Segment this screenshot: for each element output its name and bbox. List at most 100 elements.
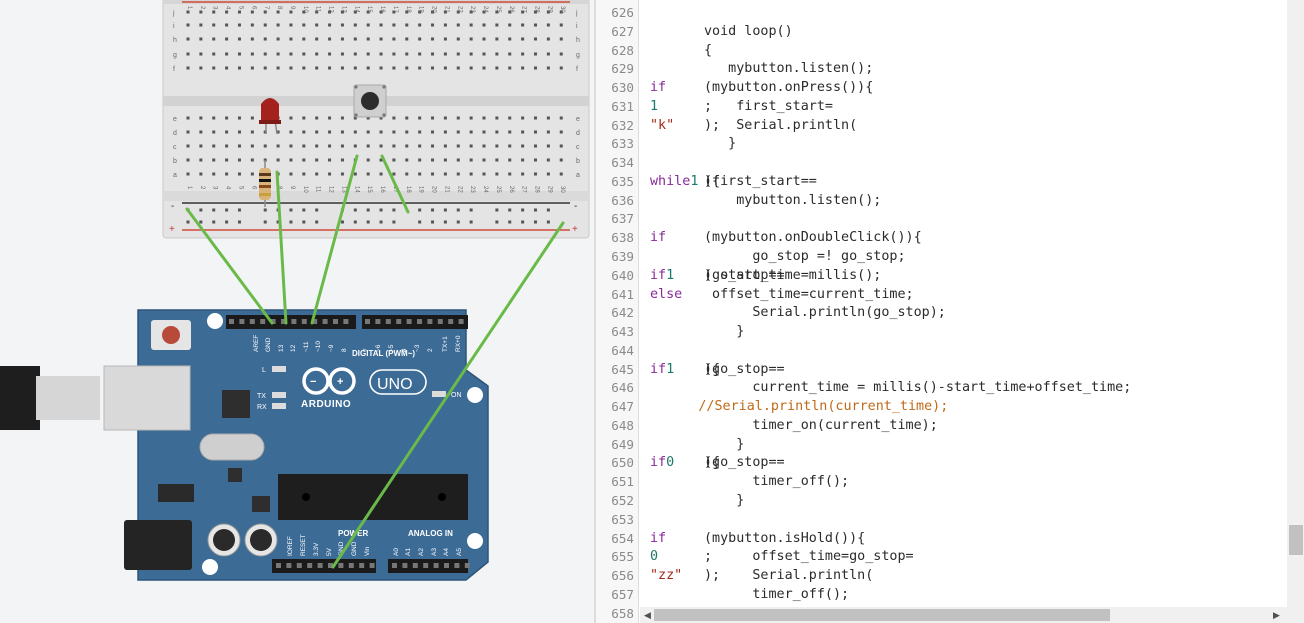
breadboard-hole[interactable] [482,172,486,176]
breadboard-hole[interactable] [546,130,550,134]
breadboard-hole[interactable] [302,172,306,176]
breadboard-hole[interactable] [508,144,512,148]
header-pin[interactable] [402,563,408,568]
rail-hole[interactable] [289,208,293,212]
breadboard-hole[interactable] [225,23,229,27]
breadboard-hole[interactable] [521,130,525,134]
breadboard-hole[interactable] [533,37,537,41]
code-line[interactable]: 642 Serial.println(go_stop); [596,303,1286,322]
breadboard-hole[interactable] [302,144,306,148]
breadboard-hole[interactable] [366,37,370,41]
rail-hole[interactable] [392,220,396,224]
breadboard-hole[interactable] [379,52,383,56]
breadboard-hole[interactable] [469,116,473,120]
rail-hole[interactable] [225,220,229,224]
breadboard-hole[interactable] [250,116,254,120]
breadboard-hole[interactable] [302,116,306,120]
breadboard-hole[interactable] [418,144,422,148]
breadboard-hole[interactable] [469,52,473,56]
header-pin[interactable] [444,563,449,568]
breadboard-hole[interactable] [340,172,344,176]
breadboard-hole[interactable] [379,130,383,134]
breadboard-hole[interactable] [392,144,396,148]
header-pin[interactable] [239,319,245,324]
breadboard-hole[interactable] [559,158,563,162]
rail-hole[interactable] [199,208,203,212]
breadboard-hole[interactable] [340,116,344,120]
breadboard-hole[interactable] [456,66,460,70]
rail-hole[interactable] [392,208,396,212]
breadboard-hole[interactable] [456,37,460,41]
breadboard-hole[interactable] [508,23,512,27]
code-text[interactable]: if (go_stop== 1){ [650,360,785,379]
breadboard-hole[interactable] [328,52,332,56]
breadboard-hole[interactable] [559,116,563,120]
breadboard-hole[interactable] [186,23,190,27]
code-text[interactable]: if (go_stop== 1) start_time=millis(); [650,266,881,285]
breadboard-hole[interactable] [379,144,383,148]
breadboard-hole[interactable] [405,66,409,70]
breadboard-hole[interactable] [289,52,293,56]
breadboard-hole[interactable] [199,130,203,134]
code-line[interactable]: 633 } [596,134,1286,153]
breadboard-hole[interactable] [418,52,422,56]
breadboard-hole[interactable] [199,52,203,56]
breadboard-hole[interactable] [212,66,216,70]
code-line[interactable]: 634 [596,153,1286,172]
breadboard-hole[interactable] [521,37,525,41]
breadboard-hole[interactable] [392,66,396,70]
rail-hole[interactable] [379,208,383,212]
code-line[interactable]: 630 if (mybutton.onPress()){ [596,78,1286,97]
breadboard-hole[interactable] [379,66,383,70]
breadboard-hole[interactable] [186,158,190,162]
breadboard-hole[interactable] [263,144,267,148]
header-pin[interactable] [437,319,443,324]
breadboard-hole[interactable] [366,158,370,162]
code-line[interactable]: 639 go_stop =! go_stop; [596,247,1286,266]
breadboard-hole[interactable] [431,130,435,134]
code-line[interactable]: 644 [596,341,1286,360]
breadboard-hole[interactable] [469,172,473,176]
breadboard-hole[interactable] [328,66,332,70]
breadboard-hole[interactable] [199,116,203,120]
breadboard-hole[interactable] [212,172,216,176]
breadboard-hole[interactable] [392,116,396,120]
rail-hole[interactable] [533,220,537,224]
code-line[interactable]: 651 timer_off(); [596,472,1286,491]
code-line[interactable]: 656 Serial.println("zz"); [596,566,1286,585]
breadboard-hole[interactable] [328,23,332,27]
header-pin[interactable] [417,319,422,324]
breadboard-hole[interactable] [559,52,563,56]
breadboard-hole[interactable] [328,158,332,162]
breadboard-hole[interactable] [469,37,473,41]
breadboard-hole[interactable] [418,66,422,70]
breadboard-hole[interactable] [533,144,537,148]
breadboard-hole[interactable] [405,23,409,27]
breadboard-hole[interactable] [533,66,537,70]
breadboard-hole[interactable] [340,144,344,148]
breadboard-hole[interactable] [225,116,229,120]
breadboard-hole[interactable] [186,10,190,14]
rail-hole[interactable] [521,208,525,212]
breadboard-hole[interactable] [315,144,319,148]
rail-hole[interactable] [366,220,370,224]
rail-hole[interactable] [263,208,267,212]
breadboard-hole[interactable] [392,52,396,56]
breadboard-hole[interactable] [533,130,537,134]
rail-hole[interactable] [443,220,447,224]
code-line[interactable]: 629 mybutton.listen(); [596,59,1286,78]
breadboard-hole[interactable] [495,116,499,120]
code-line[interactable]: 628 { [596,41,1286,60]
header-pin[interactable] [343,319,349,324]
breadboard-hole[interactable] [495,172,499,176]
breadboard-hole[interactable] [199,144,203,148]
breadboard-hole[interactable] [315,130,319,134]
rail-hole[interactable] [315,220,319,224]
code-line[interactable]: 637 [596,209,1286,228]
breadboard-hole[interactable] [508,37,512,41]
code-line[interactable]: 646 current_time = millis()-start_time+o… [596,378,1286,397]
code-text[interactable]: if (mybutton.isHold()){ [650,529,865,548]
code-line[interactable]: 647 //Serial.println(current_time); [596,397,1286,416]
breadboard-hole[interactable] [392,172,396,176]
breadboard-hole[interactable] [225,37,229,41]
